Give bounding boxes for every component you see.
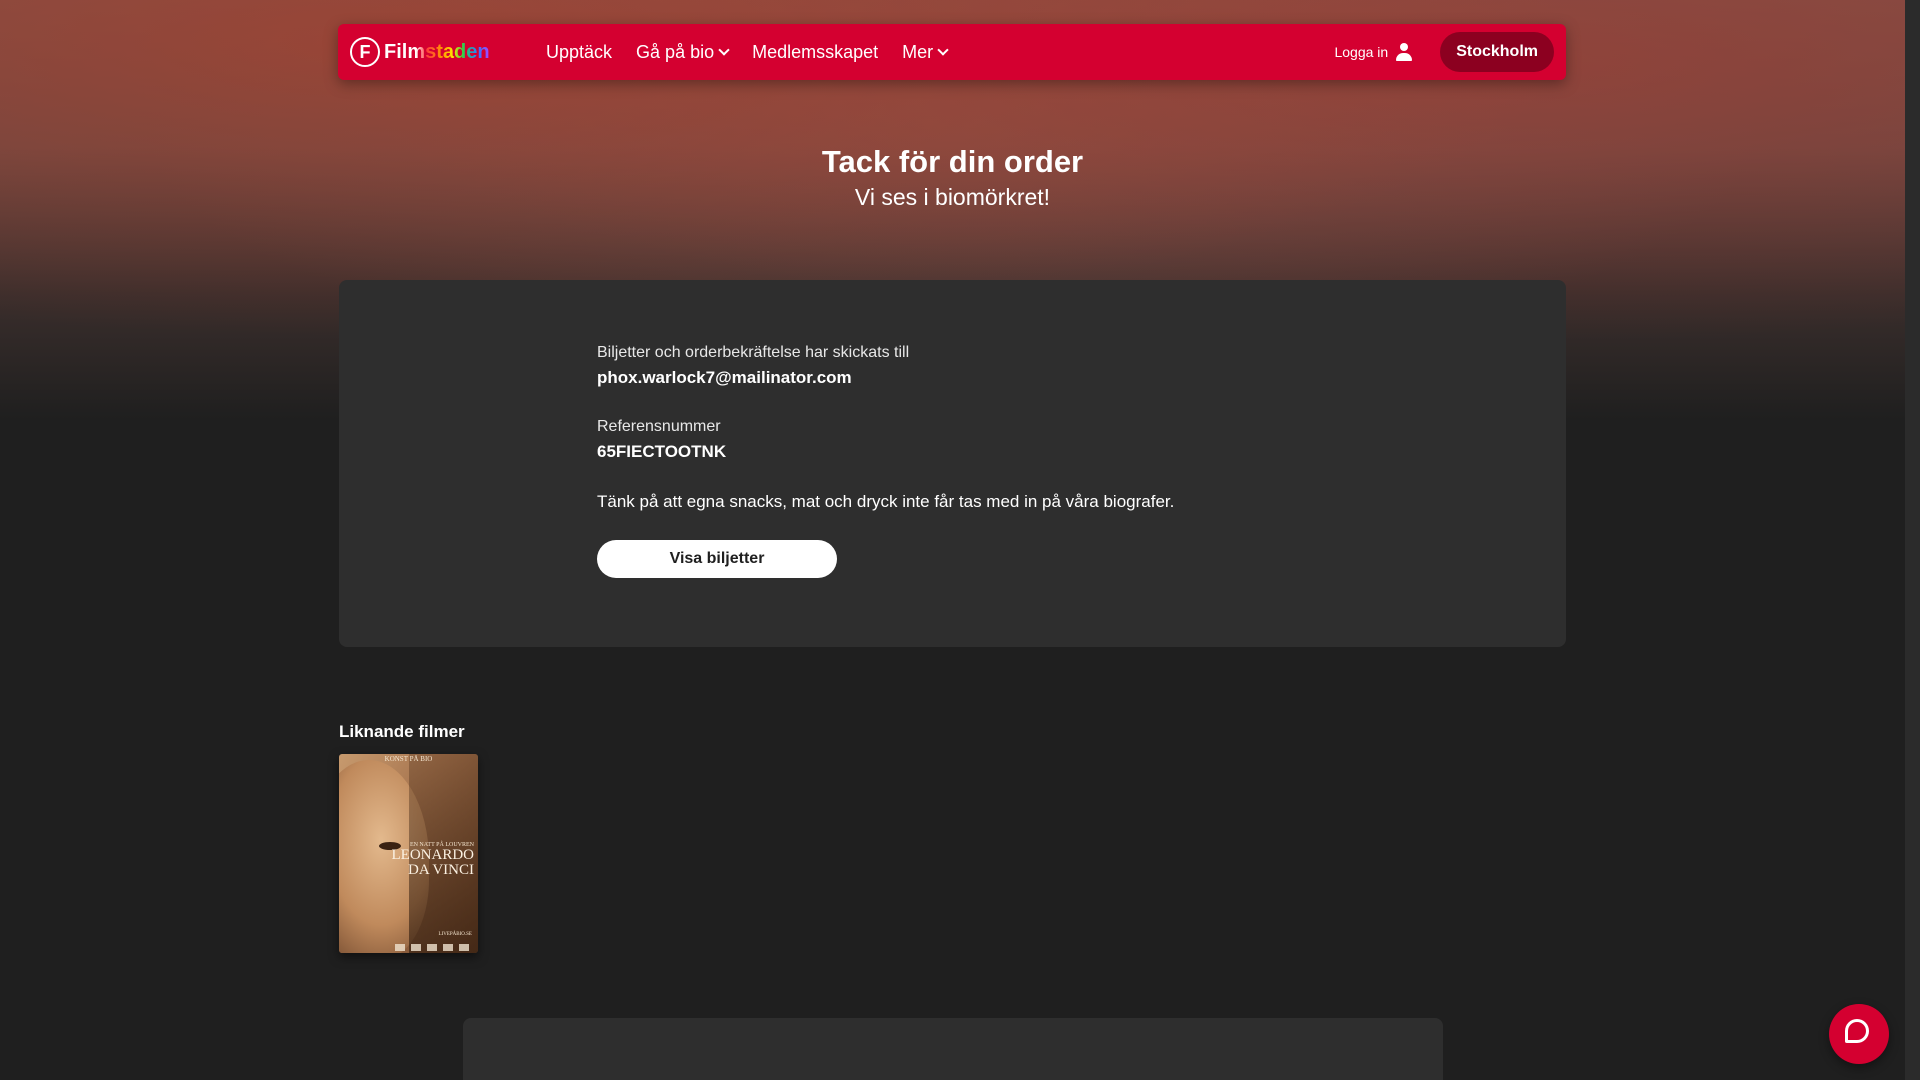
- chevron-down-icon: [937, 44, 949, 56]
- nav-item-label: Mer: [902, 41, 934, 62]
- nav-right: Logga in Stockholm: [1334, 32, 1554, 72]
- main-navbar: F Filmstaden Upptäck Gå på bio Medlemssk…: [338, 24, 1566, 80]
- chat-icon: [1845, 1019, 1869, 1043]
- reference-block: Referensnummer 65FIECTOOTNK: [597, 418, 1174, 462]
- city-selector-button[interactable]: Stockholm: [1440, 32, 1554, 72]
- page: F Filmstaden Upptäck Gå på bio Medlemssk…: [0, 0, 1905, 1080]
- movie-poster[interactable]: KONST PÅ BIO EN NATT PÅ LOUVREN LEONARDO…: [339, 754, 478, 953]
- poster-footer-text: LIVEPÅBIO.SE: [438, 932, 472, 937]
- footer-card: [463, 1018, 1443, 1080]
- nav-item-upptack[interactable]: Upptäck: [546, 42, 612, 63]
- poster-top-text: KONST PÅ BIO: [384, 755, 433, 763]
- logo[interactable]: F Filmstaden: [350, 37, 510, 67]
- page-subtitle: Vi ses i biomörkret!: [854, 184, 1051, 210]
- similar-movies-title: Liknande filmer: [339, 722, 465, 741]
- logo-text: Filmstaden: [384, 40, 490, 63]
- order-details: Biljetter och orderbekräftelse har skick…: [597, 344, 1174, 578]
- nav-item-mer[interactable]: Mer: [902, 41, 949, 63]
- nav-item-medlemsskapet[interactable]: Medlemsskapet: [752, 42, 878, 63]
- poster-movie-title: LEONARDO DA VINCI: [391, 847, 475, 878]
- logo-icon: F: [350, 37, 380, 67]
- login-label: Logga in: [1334, 44, 1389, 60]
- reference-label: Referensnummer: [597, 418, 721, 435]
- nav-item-label: Upptäck: [546, 41, 613, 62]
- sent-to-label: Biljetter och orderbekräftelse har skick…: [597, 344, 910, 361]
- reference-value: 65FIECTOOTNK: [597, 442, 727, 461]
- poster-logos: [395, 944, 473, 951]
- email-value: phox.warlock7@mailinator.com: [597, 368, 852, 387]
- snacks-notice: Tänk på att egna snacks, mat och dryck i…: [597, 492, 1175, 511]
- scrollbar[interactable]: [1905, 0, 1920, 1080]
- nav-item-ga-pa-bio[interactable]: Gå på bio: [636, 41, 730, 63]
- view-tickets-button[interactable]: Visa biljetter: [597, 540, 837, 578]
- nav-links: Upptäck Gå på bio Medlemsskapet Mer: [546, 42, 971, 63]
- chat-button[interactable]: [1829, 1004, 1889, 1064]
- page-title: Tack för din order: [821, 144, 1084, 179]
- order-confirmation-card: Biljetter och orderbekräftelse har skick…: [339, 280, 1566, 647]
- login-button[interactable]: Logga in: [1334, 43, 1413, 61]
- user-icon: [1396, 43, 1413, 61]
- nav-item-label: Medlemsskapet: [752, 41, 879, 62]
- chevron-down-icon: [718, 44, 730, 56]
- nav-item-label: Gå på bio: [636, 41, 715, 62]
